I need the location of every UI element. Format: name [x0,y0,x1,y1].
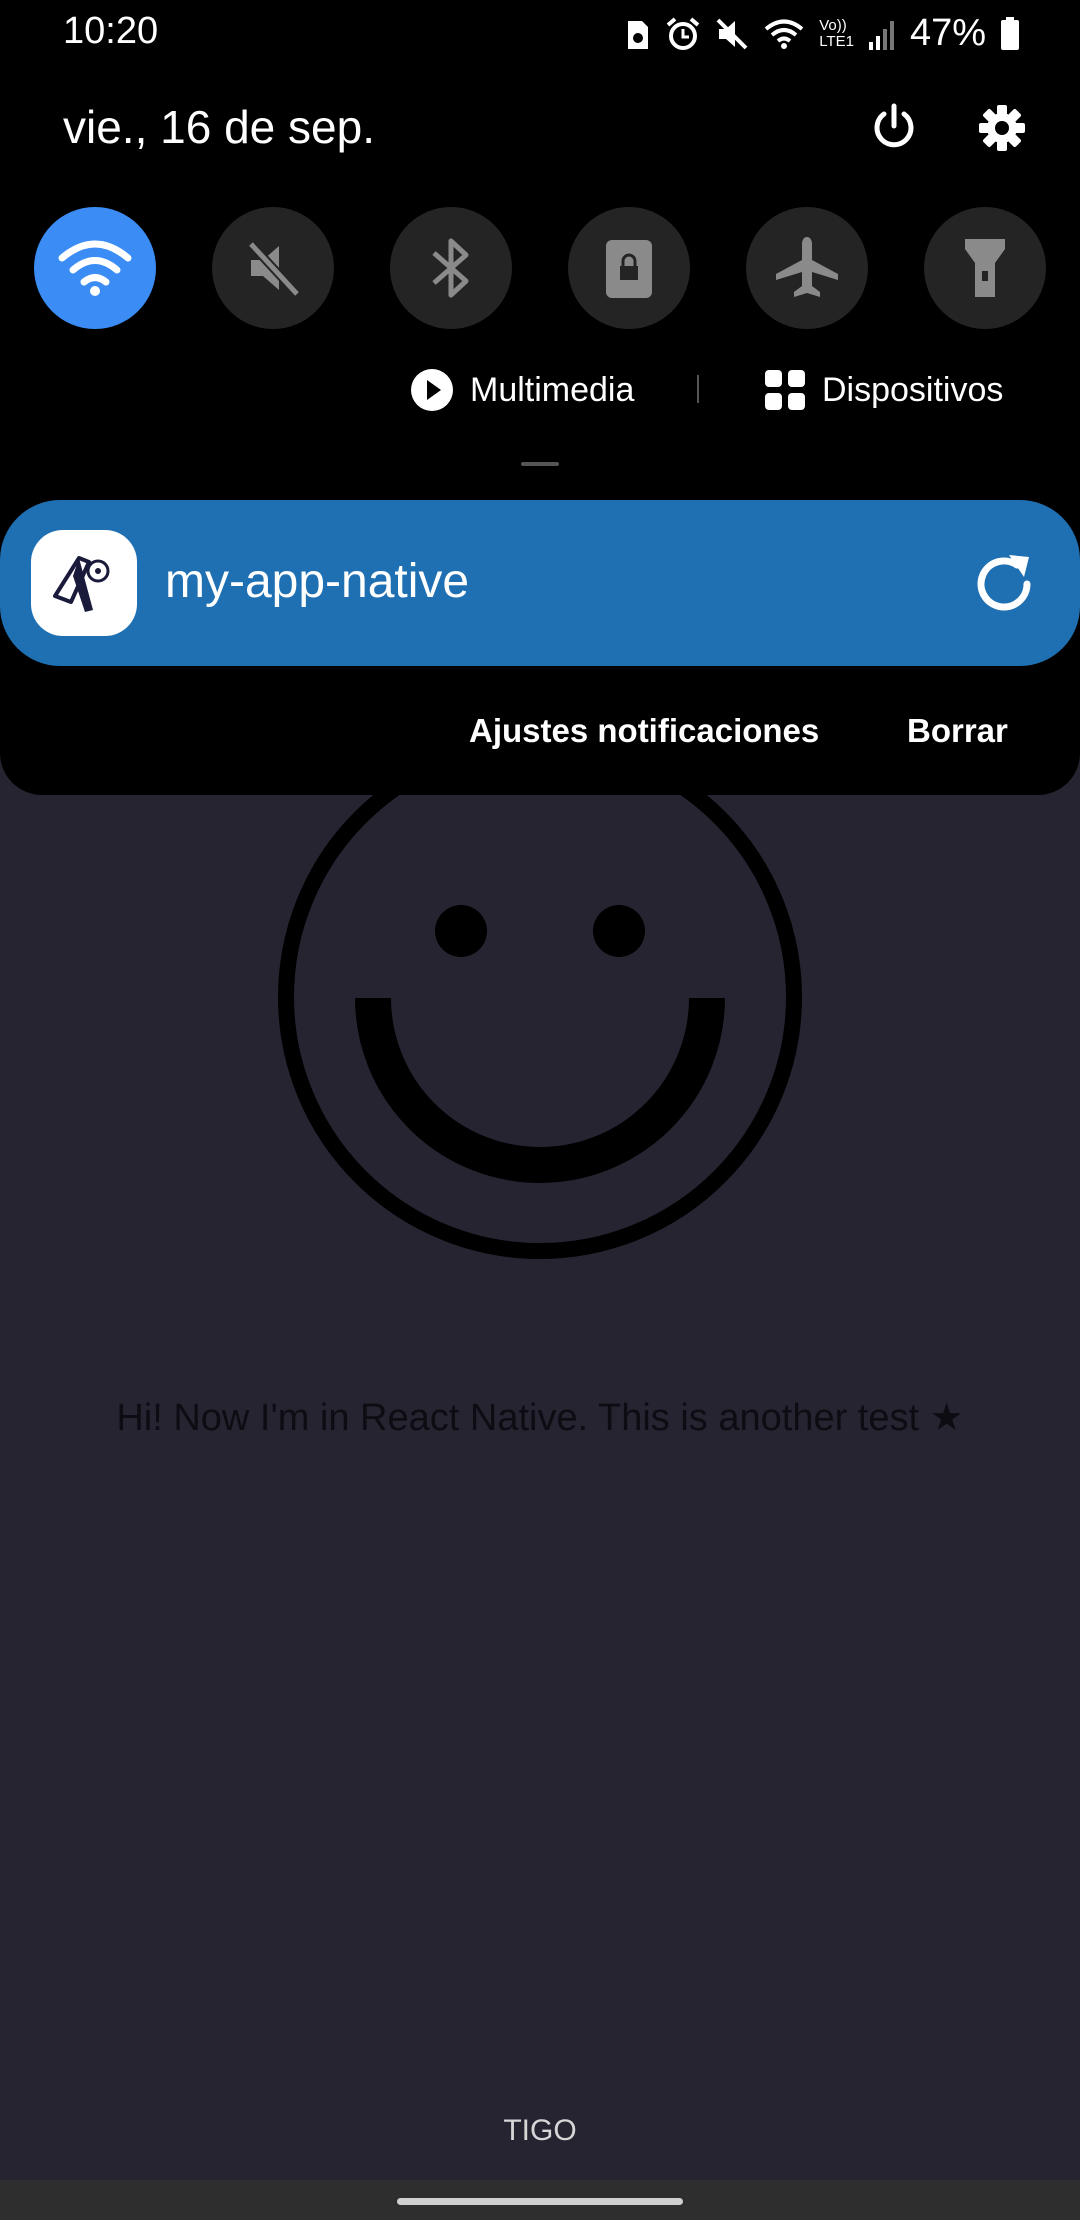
devices-grid-icon [765,370,805,410]
bluetooth-toggle[interactable] [390,207,512,329]
alarm-icon [666,16,700,50]
devices-label: Dispositivos [822,370,1004,409]
settings-button[interactable] [972,98,1032,158]
screen-lock-toggle[interactable] [568,207,690,329]
notification-shade: 10:20 Vo)) LTE1 47% vie., 16 de sep. Mul… [0,0,1080,795]
refresh-icon [977,555,1031,611]
lock-icon [606,240,652,298]
mute-icon [247,240,301,298]
status-bar: 10:20 Vo)) LTE1 47% [0,0,1080,66]
reload-button[interactable] [966,546,1042,622]
shade-drag-handle[interactable] [521,462,559,466]
carrier-label: TIGO [503,2114,577,2147]
media-devices-row: Multimedia Dispositivos [0,365,1080,415]
app-message: Hi! Now I'm in React Native. This is ano… [116,1397,964,1439]
devices-button[interactable]: Dispositivos [764,365,1003,415]
airplane-icon [776,237,838,297]
wifi-toggle[interactable] [34,207,156,329]
notification-settings-button[interactable]: Ajustes notificaciones [469,712,819,750]
quick-settings-row [34,207,1046,329]
multimedia-button[interactable]: Multimedia [410,365,634,415]
home-gesture-handle[interactable] [397,2198,683,2205]
network-type-label: Vo)) LTE1 [819,16,854,50]
battery-percent: 47% [909,12,986,54]
flashlight-toggle[interactable] [924,207,1046,329]
status-time: 10:20 [63,10,159,52]
notification-card[interactable]: my-app-native [0,500,1080,666]
power-button[interactable] [864,98,924,158]
notification-title: my-app-native [165,555,470,608]
navigation-bar [0,2180,1080,2220]
wifi-icon [764,19,804,49]
media-separator [697,375,699,403]
date-label: vie., 16 de sep. [63,101,375,153]
flashlight-icon [965,239,1005,297]
mute-icon [716,18,748,49]
smiley-face-image [278,735,802,1259]
gear-icon [979,105,1025,151]
sound-toggle[interactable] [212,207,334,329]
clear-notifications-button[interactable]: Borrar [907,712,1008,750]
signal-icon [868,20,894,50]
multimedia-label: Multimedia [470,370,635,409]
status-icons: Vo)) LTE1 47% [625,12,1020,55]
power-icon [874,103,914,148]
expo-app-logo-icon [53,556,110,612]
wifi-icon [58,240,132,296]
bluetooth-icon [432,238,469,298]
storage-icon [628,20,649,49]
airplane-mode-toggle[interactable] [746,207,868,329]
battery-icon [1001,16,1019,50]
app-icon [31,530,137,636]
play-icon [411,369,453,411]
